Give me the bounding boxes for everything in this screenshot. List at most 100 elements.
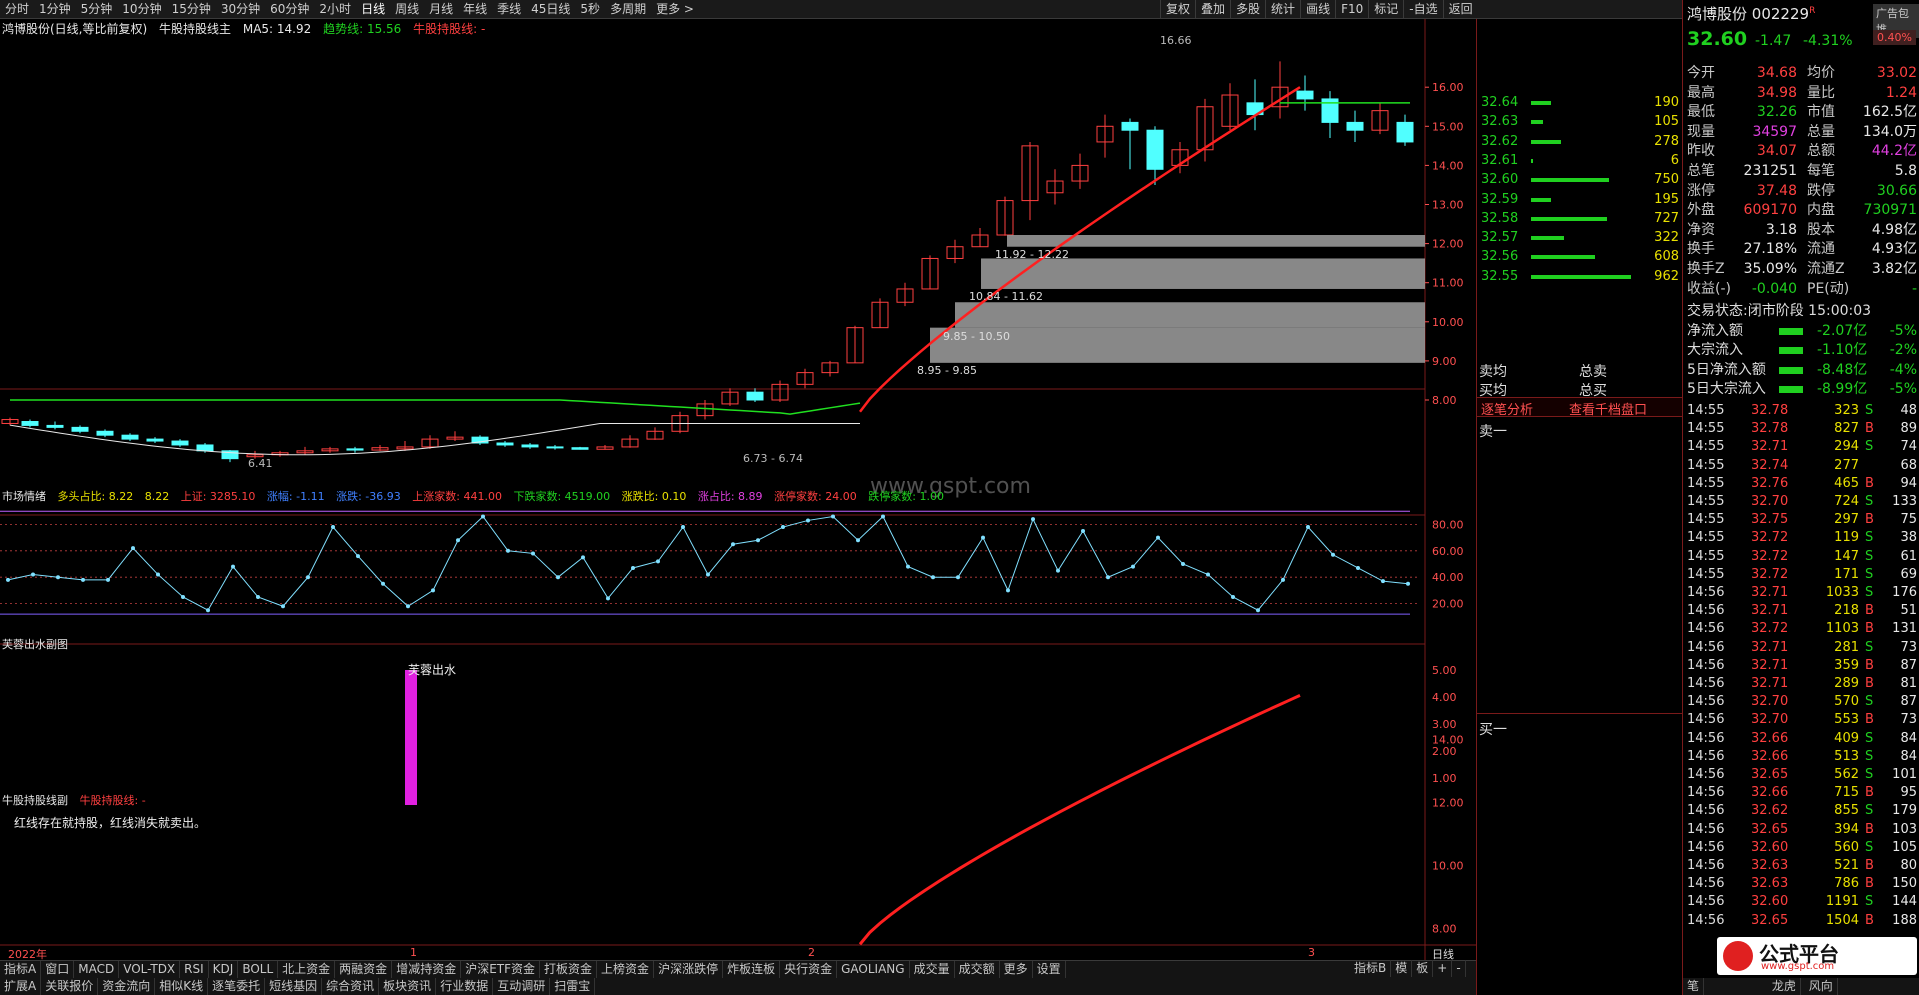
depth-row[interactable]: 32.58 727 [1477,209,1683,228]
period-tab[interactable]: 5秒 [575,0,605,18]
tool-button[interactable]: -自选 [1403,0,1442,18]
period-tab[interactable]: 更多 > [651,0,699,18]
indicator-tab[interactable]: 上榜资金 [597,961,655,978]
depth-row[interactable]: 32.63 105 [1477,112,1683,131]
tick-row[interactable]: 14:56 32.71 359 B 87 [1687,657,1919,675]
tool-button[interactable]: 多股 [1230,0,1265,18]
extension-tab[interactable]: 互动调研 [493,978,551,995]
tick-row[interactable]: 14:55 32.74 277 68 [1687,457,1919,475]
tick-row[interactable]: 14:55 32.75 297 B 75 [1687,511,1919,529]
tick-row[interactable]: 14:55 32.78 323 S 48 [1687,402,1919,420]
tick-row[interactable]: 14:55 32.72 119 S 38 [1687,529,1919,547]
indicator-tab[interactable]: 成交额 [955,961,1000,978]
indicator-tab[interactable]: BOLL [238,961,279,978]
furong-title[interactable]: 芙蓉出水副图 [2,638,68,651]
extension-tab[interactable]: 板块资讯 [379,978,437,995]
indicator-tab[interactable]: 设置 [1033,961,1066,978]
tick-row[interactable]: 14:56 32.66 513 S 84 [1687,748,1919,766]
tick-row[interactable]: 14:55 32.76 465 B 94 [1687,475,1919,493]
indicator-tab-right[interactable]: 指标B [1350,960,1392,977]
indicator-tab-right[interactable]: - [1452,960,1466,977]
extension-tab[interactable]: 行业数据 [436,978,494,995]
tick-row[interactable]: 14:56 32.66 409 S 84 [1687,730,1919,748]
indicator-tab[interactable]: 炸板连板 [723,961,781,978]
extension-tab[interactable]: 短线基因 [265,978,323,995]
tool-button[interactable]: 标记 [1368,0,1403,18]
thousand-depth-tab[interactable]: 查看千档盘口 [1569,399,1647,418]
indicator-tab[interactable]: 更多 [1000,961,1033,978]
tick-row[interactable]: 14:56 32.65 394 B 103 [1687,821,1919,839]
period-tab[interactable]: 年线 [458,0,492,18]
tool-button[interactable]: 返回 [1442,0,1478,18]
period-tab[interactable]: 季线 [492,0,526,18]
tool-button[interactable]: 叠加 [1195,0,1230,18]
tick-row[interactable]: 14:56 32.66 715 B 95 [1687,784,1919,802]
indicator-tab-right[interactable]: 模 [1391,960,1413,977]
indicator-name[interactable]: 牛股持股线主 [159,22,231,36]
depth-row[interactable]: 32.57 322 [1477,228,1683,247]
hold-sub-title[interactable]: 牛股持股线副 [2,794,68,807]
tick-row[interactable]: 14:56 32.60 1191 S 144 [1687,893,1919,911]
tool-button[interactable]: 画线 [1300,0,1335,18]
period-tab[interactable]: 2小时 [314,0,356,18]
period-tab[interactable]: 60分钟 [265,0,314,18]
period-tab[interactable]: 1分钟 [34,0,76,18]
indicator-tab[interactable]: VOL-TDX [119,961,181,978]
period-tab[interactable]: 日线 [356,0,390,18]
depth-row[interactable]: 32.60 750 [1477,170,1683,189]
tick-row[interactable]: 14:56 32.60 560 S 105 [1687,839,1919,857]
tick-row[interactable]: 14:56 32.71 289 B 81 [1687,675,1919,693]
depth-row[interactable]: 32.64 190 [1477,93,1683,112]
indicator-tab[interactable]: 央行资金 [780,961,838,978]
tick-row[interactable]: 14:56 32.63 786 B 150 [1687,875,1919,893]
tick-row[interactable]: 14:56 32.63 521 B 80 [1687,857,1919,875]
indicator-tab[interactable]: 两融资金 [335,961,393,978]
indicator-tab-right[interactable]: 板 [1412,960,1434,977]
period-tab[interactable]: 5分钟 [76,0,118,18]
tick-row[interactable]: 14:55 32.70 724 S 133 [1687,493,1919,511]
tick-row[interactable]: 14:56 32.62 855 S 179 [1687,802,1919,820]
tick-row[interactable]: 14:55 32.72 171 S 69 [1687,566,1919,584]
tick-analysis-tab[interactable]: 逐笔分析 [1481,399,1533,418]
indicator-tab[interactable]: RSI [180,961,209,978]
extension-tab[interactable]: 资金流向 [98,978,156,995]
tick-row[interactable]: 14:56 32.71 218 B 51 [1687,602,1919,620]
indicator-tab[interactable]: KDJ [209,961,239,978]
indicator-tab[interactable]: 打板资金 [540,961,598,978]
tool-button[interactable]: 统计 [1265,0,1300,18]
tick-row[interactable]: 14:56 32.65 1504 B 188 [1687,912,1919,930]
depth-row[interactable]: 32.56 608 [1477,247,1683,266]
extension-tab[interactable]: 相似K线 [155,978,209,995]
depth-row[interactable]: 32.59 195 [1477,190,1683,209]
depth-row[interactable]: 32.55 962 [1477,267,1683,286]
indicator-tab[interactable]: GAOLIANG [837,961,910,978]
tick-row[interactable]: 14:55 32.72 147 S 61 [1687,548,1919,566]
indicator-tab[interactable]: MACD [74,961,120,978]
period-tab[interactable]: 多周期 [605,0,651,18]
tick-row[interactable]: 14:55 32.71 294 S 74 [1687,438,1919,456]
indicator-tab[interactable]: 指标A [0,961,42,978]
indicator-tab-right[interactable]: + [1433,960,1453,977]
extension-tab[interactable]: 关联报价 [41,978,99,995]
tick-row[interactable]: 14:56 32.70 553 B 73 [1687,711,1919,729]
tick-row[interactable]: 14:56 32.70 570 S 87 [1687,693,1919,711]
period-tab[interactable]: 30分钟 [216,0,265,18]
extension-tab[interactable]: 扫雷宝 [550,978,596,995]
indicator-tab[interactable]: 沪深涨跌停 [654,961,724,978]
period-tab[interactable]: 10分钟 [117,0,166,18]
extension-tab[interactable]: 综合资讯 [322,978,380,995]
indicator-tab[interactable]: 北上资金 [278,961,336,978]
indicator-tab[interactable]: 增减持资金 [392,961,462,978]
tool-button[interactable]: F10 [1335,0,1368,18]
tick-row[interactable]: 14:56 32.65 562 S 101 [1687,766,1919,784]
period-tab[interactable]: 15分钟 [167,0,216,18]
footer-tab-wind[interactable]: 风向 [1805,978,1838,995]
period-tab[interactable]: 45日线 [526,0,575,18]
indicator-tab[interactable]: 窗口 [41,961,75,978]
tick-row[interactable]: 14:56 32.71 281 S 73 [1687,639,1919,657]
period-tab[interactable]: 分时 [0,0,34,18]
tick-row[interactable]: 14:56 32.72 1103 B 131 [1687,620,1919,638]
depth-row[interactable]: 32.62 278 [1477,132,1683,151]
tick-row[interactable]: 14:55 32.78 827 B 89 [1687,420,1919,438]
sentiment-title[interactable]: 市场情绪 [2,490,46,503]
